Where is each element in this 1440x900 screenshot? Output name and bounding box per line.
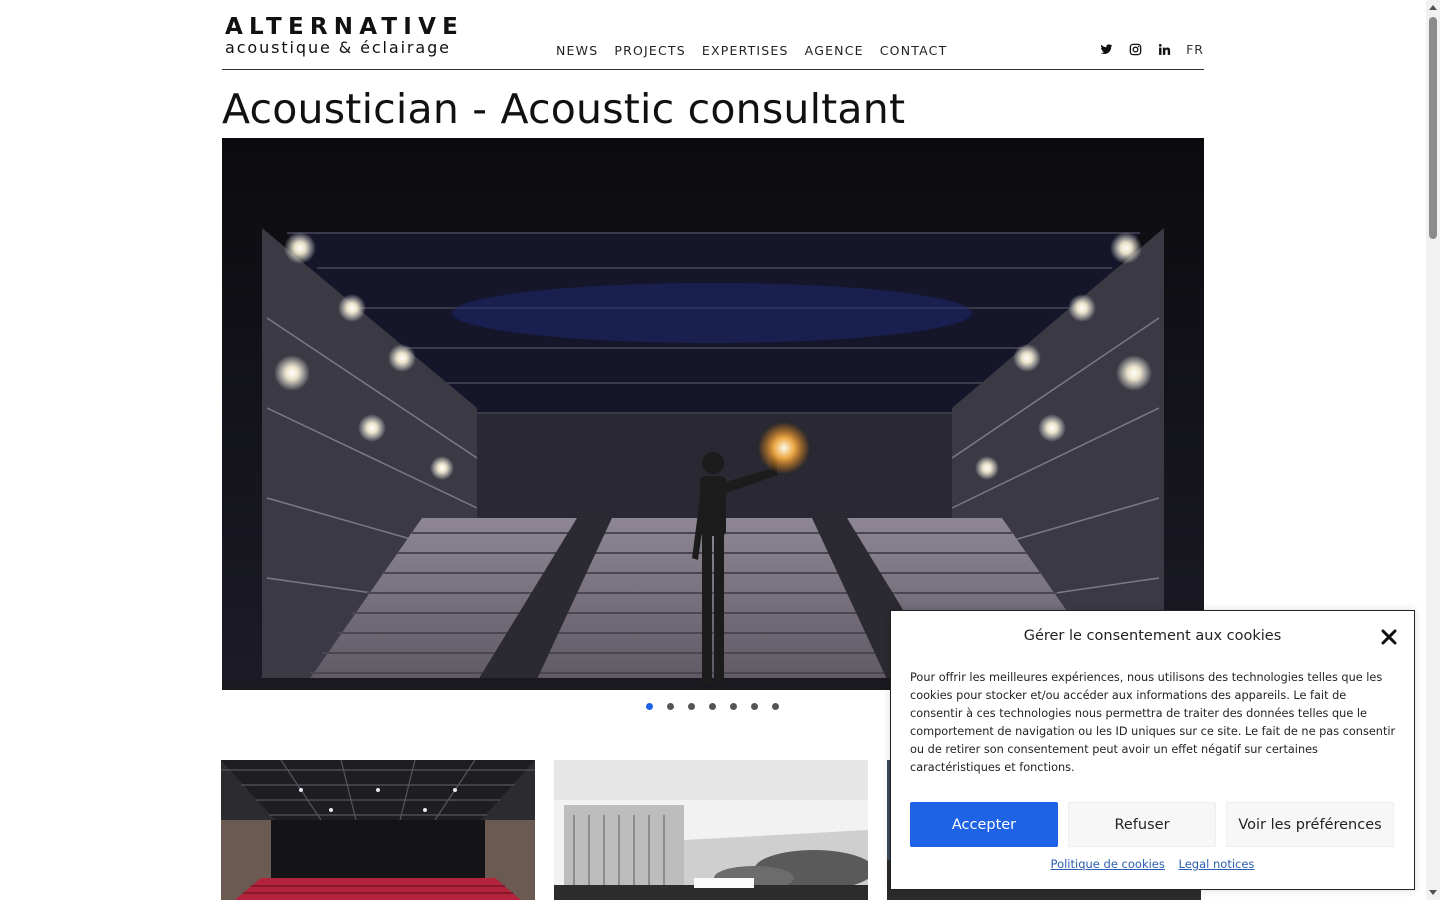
nav-agence[interactable]: AGENCE (805, 43, 864, 59)
logo-subtitle: acoustique & éclairage (225, 38, 451, 57)
site-logo[interactable]: ALTERNATIVE acoustique & éclairage (225, 14, 464, 57)
theatre-hall-photo (221, 760, 535, 900)
building-render-photo (554, 760, 868, 900)
scroll-up-arrow-icon[interactable] (1429, 5, 1437, 10)
hero-slider-image[interactable] (222, 138, 1204, 690)
refuse-cookies-button[interactable]: Refuser (1068, 802, 1216, 847)
site-header: ALTERNATIVE acoustique & éclairage NEWS … (222, 0, 1204, 70)
social-links: FR (1084, 40, 1204, 58)
nav-expertises[interactable]: EXPERTISES (702, 43, 789, 59)
view-preferences-button[interactable]: Voir les préférences (1226, 802, 1394, 847)
legal-notices-link[interactable]: Legal notices (1179, 857, 1255, 871)
logo-main-text: ALTERNATIVE (225, 14, 464, 40)
page-title: Acoustician - Acoustic consultant (222, 85, 906, 133)
instagram-icon[interactable] (1128, 42, 1142, 56)
slider-dot-2[interactable] (667, 703, 674, 710)
slider-dot-5[interactable] (730, 703, 737, 710)
nav-news[interactable]: NEWS (556, 43, 598, 59)
project-thumbnail-2[interactable] (554, 760, 868, 900)
cookie-title: Gérer le consentement aux cookies (1023, 628, 1282, 644)
main-nav: NEWS PROJECTS EXPERTISES AGENCE CONTACT (556, 43, 963, 59)
cookie-links: Politique de cookies Legal notices (891, 857, 1414, 871)
twitter-icon[interactable] (1099, 42, 1113, 56)
close-icon[interactable] (1380, 628, 1398, 646)
nav-contact[interactable]: CONTACT (880, 43, 948, 59)
accept-cookies-button[interactable]: Accepter (910, 802, 1058, 847)
slider-dot-1[interactable] (646, 703, 653, 710)
slider-dot-7[interactable] (772, 703, 779, 710)
page-scrollbar[interactable] (1426, 0, 1440, 900)
nav-projects[interactable]: PROJECTS (614, 43, 686, 59)
cookie-description: Pour offrir les meilleures expériences, … (910, 671, 1396, 774)
scroll-thumb[interactable] (1429, 17, 1437, 239)
linkedin-icon[interactable] (1157, 42, 1171, 56)
scroll-down-arrow-icon[interactable] (1429, 890, 1437, 895)
slider-dot-3[interactable] (688, 703, 695, 710)
language-switch[interactable]: FR (1186, 40, 1204, 58)
auditorium-photo (222, 138, 1204, 690)
slider-dot-6[interactable] (751, 703, 758, 710)
cookie-policy-link[interactable]: Politique de cookies (1051, 857, 1165, 871)
slider-dot-4[interactable] (709, 703, 716, 710)
cookie-consent-panel: Gérer le consentement aux cookies Pour o… (890, 610, 1415, 890)
project-thumbnail-1[interactable] (221, 760, 535, 900)
slider-pagination (646, 703, 793, 710)
